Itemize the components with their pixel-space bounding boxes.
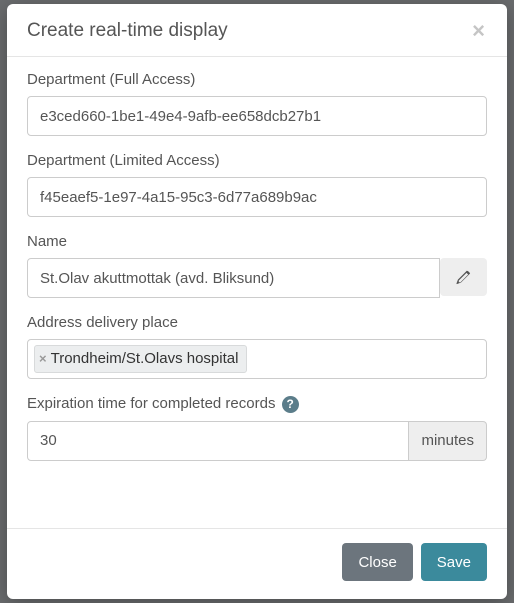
field-name: Name — [27, 233, 487, 298]
address-tag-label: Trondheim/St.Olavs hospital — [51, 349, 239, 369]
field-address: Address delivery place × Trondheim/St.Ol… — [27, 314, 487, 379]
label-department-full: Department (Full Access) — [27, 71, 487, 88]
label-expiration: Expiration time for completed records ? — [27, 395, 487, 413]
pencil-icon — [456, 270, 471, 285]
name-input-group — [27, 258, 487, 298]
field-department-limited: Department (Limited Access) — [27, 152, 487, 217]
expiration-input-group: minutes — [27, 421, 487, 461]
input-department-full[interactable] — [27, 96, 487, 136]
edit-name-button[interactable] — [440, 258, 487, 296]
modal-body: Department (Full Access) Department (Lim… — [7, 57, 507, 528]
close-icon[interactable]: × — [470, 20, 487, 42]
expiration-unit-label: minutes — [409, 421, 487, 461]
tag-remove-icon[interactable]: × — [39, 351, 47, 368]
close-button[interactable]: Close — [342, 543, 412, 581]
modal-header: Create real-time display × — [7, 4, 507, 57]
input-name[interactable] — [27, 258, 440, 298]
address-tag: × Trondheim/St.Olavs hospital — [34, 345, 247, 373]
field-department-full: Department (Full Access) — [27, 71, 487, 136]
modal-footer: Close Save — [7, 528, 507, 599]
save-button[interactable]: Save — [421, 543, 487, 581]
label-expiration-text: Expiration time for completed records — [27, 395, 275, 412]
label-department-limited: Department (Limited Access) — [27, 152, 487, 169]
input-expiration[interactable] — [27, 421, 409, 461]
create-real-time-display-modal: Create real-time display × Department (F… — [7, 4, 507, 599]
modal-title: Create real-time display — [27, 20, 228, 42]
field-expiration: Expiration time for completed records ? … — [27, 395, 487, 461]
help-icon[interactable]: ? — [282, 396, 299, 413]
input-department-limited[interactable] — [27, 177, 487, 217]
address-tag-input[interactable]: × Trondheim/St.Olavs hospital — [27, 339, 487, 379]
label-name: Name — [27, 233, 487, 250]
label-address: Address delivery place — [27, 314, 487, 331]
